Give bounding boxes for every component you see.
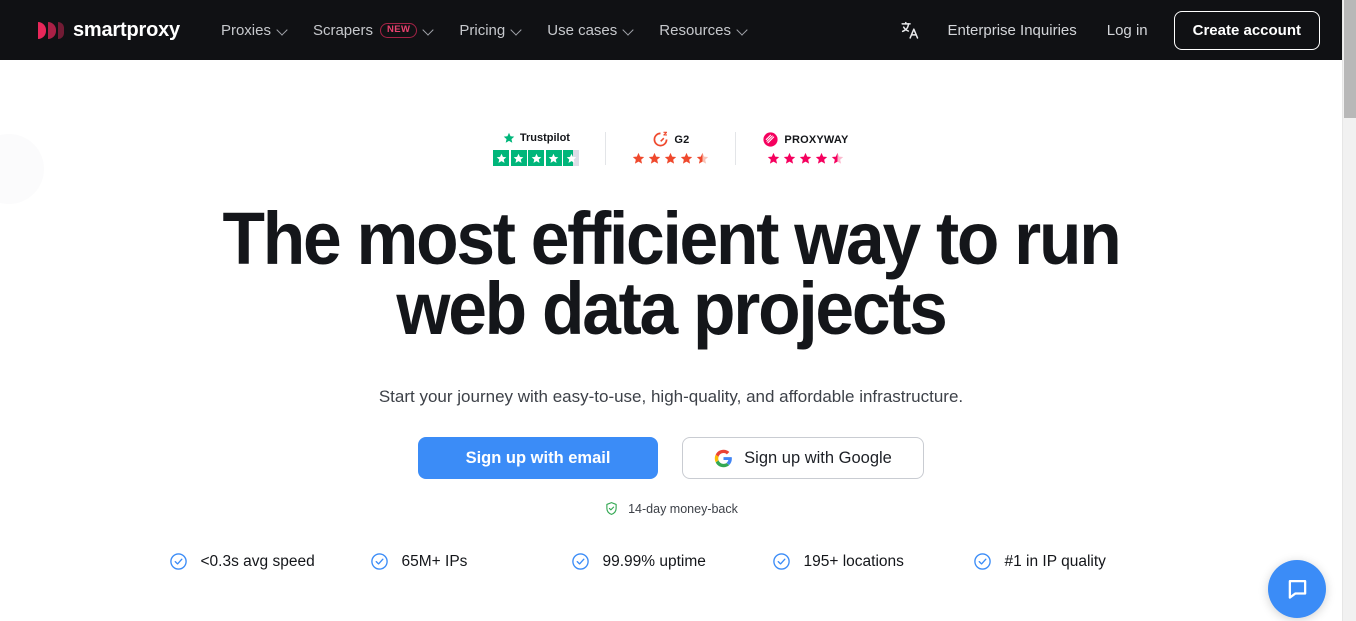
- smartproxy-logo[interactable]: smartproxy: [38, 19, 180, 42]
- g2-icon: [653, 131, 668, 147]
- star-filled: [633, 152, 645, 164]
- scrollbar-thumb[interactable]: [1344, 0, 1356, 118]
- cta-button-row: Sign up with email Sign up with Google: [0, 437, 1342, 480]
- chevron-down-icon: [512, 25, 523, 36]
- page-viewport: smartproxy Proxies Scrapers NEW Pricing …: [0, 0, 1342, 621]
- rating-badge-proxyway[interactable]: PROXYWAY: [735, 131, 874, 165]
- g2-name: G2: [674, 133, 690, 146]
- star-half: [831, 152, 844, 164]
- star-filled: [528, 150, 545, 166]
- sign-up-with-google-button[interactable]: Sign up with Google: [682, 437, 924, 480]
- rating-badges: Trustpilot G2 PROXYWAY: [0, 122, 1342, 174]
- proxyway-icon: [763, 132, 778, 147]
- enterprise-inquiries-link[interactable]: Enterprise Inquiries: [935, 14, 1090, 47]
- nav-item-resources[interactable]: Resources: [648, 14, 760, 47]
- nav-item-label: Use cases: [547, 21, 618, 39]
- nav-item-label: Resources: [659, 21, 731, 39]
- login-link[interactable]: Log in: [1094, 14, 1161, 47]
- trustpilot-logo: Trustpilot: [503, 130, 570, 146]
- nav-item-label: Proxies: [220, 21, 271, 39]
- proxyway-logo: PROXYWAY: [762, 132, 848, 148]
- trustpilot-name: Trustpilot: [519, 132, 570, 144]
- top-navigation-bar: smartproxy Proxies Scrapers NEW Pricing …: [0, 0, 1342, 60]
- brand-name: smartproxy: [73, 18, 180, 41]
- title-line-2: web data projects: [396, 266, 947, 350]
- feature-label: 99.99% uptime: [602, 552, 706, 570]
- rating-badge-trustpilot[interactable]: Trustpilot: [467, 130, 605, 166]
- trustpilot-star-rating: [493, 150, 580, 166]
- rating-badge-g2[interactable]: G2: [605, 131, 735, 165]
- money-back-guarantee: 14-day money-back: [0, 501, 1342, 516]
- feature-label: 65M+ IPs: [401, 552, 468, 570]
- logo-mark-icon: [38, 21, 64, 39]
- proxyway-name: PROXYWAY: [784, 133, 849, 146]
- chat-widget-button[interactable]: [1268, 560, 1326, 618]
- trustpilot-star-icon: [503, 132, 515, 143]
- star-filled: [493, 150, 510, 166]
- hero-section: Trustpilot G2 PROXYWAY The most efficien…: [0, 122, 1342, 571]
- money-back-label: 14-day money-back: [628, 501, 738, 516]
- g2-logo: G2: [652, 131, 690, 148]
- star-filled: [799, 152, 812, 164]
- star-filled: [815, 152, 828, 164]
- star-filled: [510, 150, 527, 166]
- proxyway-star-rating: [767, 152, 844, 165]
- star-filled: [665, 152, 677, 164]
- star-filled: [649, 152, 661, 164]
- star-filled: [681, 152, 693, 164]
- sign-up-with-email-button[interactable]: Sign up with email: [418, 437, 658, 480]
- feature-highlights: <0.3s avg speed 65M+ IPs 99.99% uptime 1…: [0, 552, 1342, 571]
- check-circle-icon: [772, 552, 791, 571]
- check-circle-icon: [973, 552, 992, 571]
- chevron-down-icon: [278, 25, 289, 36]
- vertical-scrollbar[interactable]: [1342, 0, 1356, 621]
- feature-item: 65M+ IPs: [370, 552, 571, 571]
- star-filled: [767, 152, 780, 164]
- star-filled: [545, 150, 562, 166]
- feature-item: 195+ locations: [772, 552, 973, 571]
- chevron-down-icon: [738, 25, 749, 36]
- nav-item-scrapers[interactable]: Scrapers NEW: [302, 14, 446, 47]
- page-title: The most efficient way to run web data p…: [196, 202, 1145, 346]
- feature-label: <0.3s avg speed: [200, 552, 315, 570]
- secondary-nav-links: Enterprise Inquiries Log in Create accou…: [890, 10, 1320, 50]
- g2-star-rating: [632, 152, 709, 165]
- chat-bubble-icon: [1284, 576, 1311, 603]
- star-half: [697, 152, 709, 164]
- check-circle-icon: [370, 552, 389, 571]
- shield-check-icon: [604, 501, 619, 516]
- feature-item: <0.3s avg speed: [169, 552, 370, 571]
- chevron-down-icon: [424, 25, 435, 36]
- check-circle-icon: [571, 552, 590, 571]
- create-account-button[interactable]: Create account: [1173, 10, 1320, 50]
- feature-item: 99.99% uptime: [571, 552, 772, 571]
- feature-label: #1 in IP quality: [1004, 552, 1106, 570]
- primary-nav-links: Proxies Scrapers NEW Pricing Use cases R…: [210, 14, 760, 47]
- check-circle-icon: [169, 552, 188, 571]
- google-icon: [714, 449, 733, 468]
- nav-item-label: Pricing: [459, 21, 506, 39]
- new-badge: NEW: [380, 22, 418, 38]
- nav-item-pricing[interactable]: Pricing: [448, 14, 534, 47]
- hero-subtitle: Start your journey with easy-to-use, hig…: [378, 387, 964, 407]
- nav-item-proxies[interactable]: Proxies: [210, 14, 300, 47]
- nav-item-use-cases[interactable]: Use cases: [536, 14, 646, 47]
- google-button-label: Sign up with Google: [744, 448, 892, 467]
- star-partial: [563, 150, 580, 166]
- feature-label: 195+ locations: [803, 552, 904, 570]
- translate-icon[interactable]: [890, 14, 931, 47]
- feature-item: #1 in IP quality: [973, 552, 1174, 571]
- nav-item-label: Scrapers: [312, 21, 373, 39]
- chevron-down-icon: [624, 25, 635, 36]
- star-filled: [783, 152, 796, 164]
